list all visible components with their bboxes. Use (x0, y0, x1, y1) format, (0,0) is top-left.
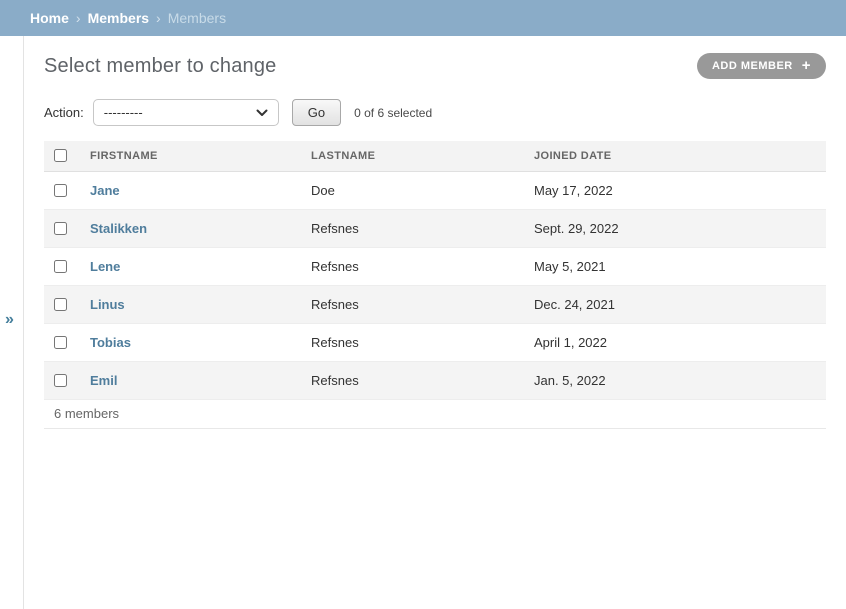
breadcrumb-current-page: Members (168, 10, 226, 26)
sidebar-toggle-icon[interactable]: » (5, 312, 14, 328)
cell-checkbox (44, 323, 82, 361)
cell-joined-date: April 1, 2022 (526, 323, 826, 361)
row-checkbox[interactable] (54, 374, 67, 387)
page-shell: » Select member to change ADD MEMBER + A… (0, 36, 846, 609)
page-header: Select member to change ADD MEMBER + (44, 53, 826, 79)
go-button[interactable]: Go (292, 99, 341, 126)
actions-bar: Action: --------- Go 0 of 6 selected (44, 99, 826, 126)
table-row: Stalikken Refsnes Sept. 29, 2022 (44, 209, 826, 247)
breadcrumb-link-home[interactable]: Home (30, 10, 69, 26)
cell-joined-date: Sept. 29, 2022 (526, 209, 826, 247)
cell-checkbox (44, 209, 82, 247)
sidebar-rail: » (0, 36, 23, 609)
plus-icon: + (802, 58, 811, 73)
cell-firstname: Emil (82, 361, 303, 399)
cell-lastname: Refsnes (303, 323, 526, 361)
cell-firstname: Tobias (82, 323, 303, 361)
action-select[interactable]: --------- (93, 99, 279, 126)
cell-checkbox (44, 171, 82, 209)
breadcrumb-separator: › (156, 10, 161, 26)
header-cell-joined-date: JOINED DATE (526, 141, 826, 171)
member-link[interactable]: Stalikken (90, 221, 147, 236)
add-member-button-label: ADD MEMBER (712, 60, 793, 72)
cell-lastname: Doe (303, 171, 526, 209)
table-row: Tobias Refsnes April 1, 2022 (44, 323, 826, 361)
cell-joined-date: May 17, 2022 (526, 171, 826, 209)
header-cell-firstname: FIRSTNAME (82, 141, 303, 171)
action-label: Action: (44, 105, 84, 120)
header-cell-checkbox (44, 141, 82, 171)
cell-joined-date: Jan. 5, 2022 (526, 361, 826, 399)
cell-checkbox (44, 361, 82, 399)
cell-lastname: Refsnes (303, 285, 526, 323)
chevron-down-icon (256, 109, 268, 117)
row-checkbox[interactable] (54, 222, 67, 235)
cell-firstname: Linus (82, 285, 303, 323)
breadcrumb: Home › Members › Members (0, 0, 846, 36)
breadcrumb-link-members[interactable]: Members (88, 10, 149, 26)
members-table: FIRSTNAME LASTNAME JOINED DATE Jane Doe … (44, 141, 826, 400)
cell-checkbox (44, 247, 82, 285)
member-link[interactable]: Emil (90, 373, 117, 388)
member-link[interactable]: Lene (90, 259, 120, 274)
page-title: Select member to change (44, 55, 277, 78)
table-row: Emil Refsnes Jan. 5, 2022 (44, 361, 826, 399)
cell-checkbox (44, 285, 82, 323)
add-member-button[interactable]: ADD MEMBER + (697, 53, 826, 79)
member-link[interactable]: Tobias (90, 335, 131, 350)
header-cell-lastname: LASTNAME (303, 141, 526, 171)
table-header-row: FIRSTNAME LASTNAME JOINED DATE (44, 141, 826, 171)
table-row: Lene Refsnes May 5, 2021 (44, 247, 826, 285)
cell-joined-date: May 5, 2021 (526, 247, 826, 285)
cell-joined-date: Dec. 24, 2021 (526, 285, 826, 323)
cell-firstname: Lene (82, 247, 303, 285)
row-checkbox[interactable] (54, 336, 67, 349)
action-select-value: --------- (104, 105, 143, 120)
cell-firstname: Stalikken (82, 209, 303, 247)
breadcrumb-separator: › (76, 10, 81, 26)
member-count-summary: 6 members (44, 400, 826, 429)
cell-lastname: Refsnes (303, 247, 526, 285)
row-checkbox[interactable] (54, 260, 67, 273)
member-link[interactable]: Linus (90, 297, 125, 312)
row-checkbox[interactable] (54, 298, 67, 311)
table-row: Linus Refsnes Dec. 24, 2021 (44, 285, 826, 323)
row-checkbox[interactable] (54, 184, 67, 197)
select-all-checkbox[interactable] (54, 149, 67, 162)
cell-firstname: Jane (82, 171, 303, 209)
cell-lastname: Refsnes (303, 361, 526, 399)
member-link[interactable]: Jane (90, 183, 120, 198)
selection-counter: 0 of 6 selected (354, 106, 432, 120)
cell-lastname: Refsnes (303, 209, 526, 247)
table-row: Jane Doe May 17, 2022 (44, 171, 826, 209)
content-area: Select member to change ADD MEMBER + Act… (23, 36, 846, 609)
